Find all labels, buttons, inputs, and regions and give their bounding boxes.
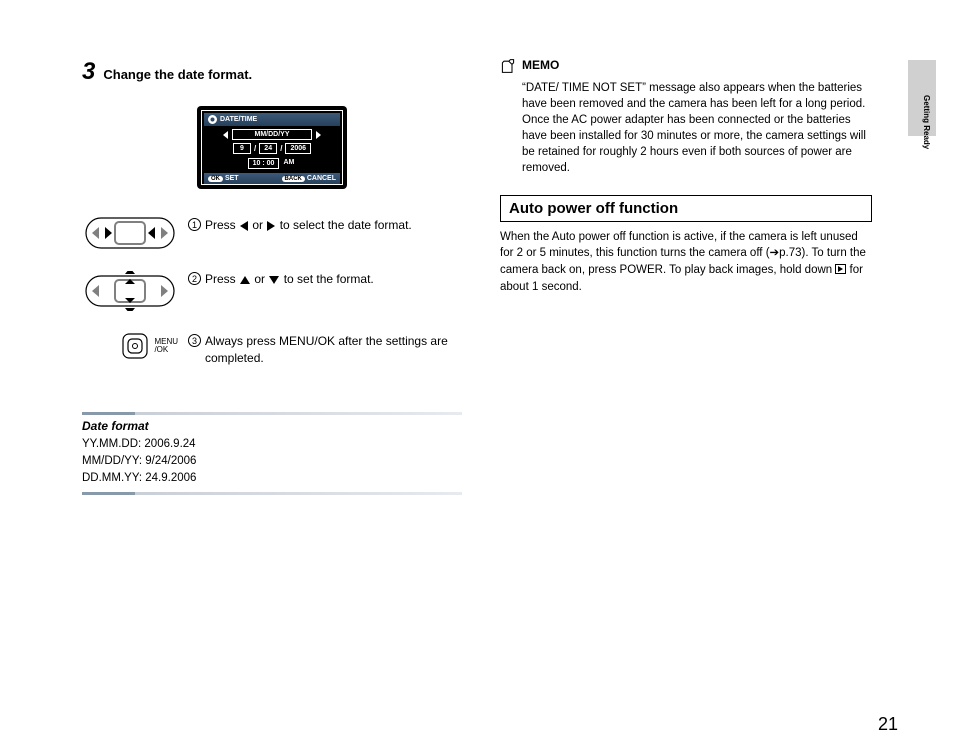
instruction-row-3: MENU /OK 3 Always press MENU/OK after th… — [82, 333, 462, 368]
right-column: MEMO “DATE/ TIME NOT SET” message also a… — [500, 58, 872, 499]
section-heading: Auto power off function — [500, 195, 872, 222]
back-label: CANCEL — [307, 175, 336, 182]
date-format-box: Date format YY.MM.DD: 2006.9.24 MM/DD/YY… — [82, 412, 462, 495]
left-arrow-icon — [223, 131, 228, 139]
page-number: 21 — [878, 714, 898, 735]
ok-button-label: MENU /OK — [154, 338, 178, 354]
date-format-line: YY.MM.DD: 2006.9.24 — [82, 436, 462, 453]
lcd-format-box: MM/DD/YY — [232, 129, 312, 140]
right-triangle-icon — [267, 221, 275, 231]
step-marker-3: 3 — [188, 334, 201, 347]
lcd-title: DATE/TIME — [204, 113, 340, 126]
dpad-horizontal-icon — [82, 217, 178, 249]
ok-button-icon: MENU /OK — [82, 333, 178, 359]
lcd-ampm: AM — [281, 158, 296, 169]
play-icon — [835, 264, 846, 274]
date-format-line: DD.MM.YY: 24.9.2006 — [82, 470, 462, 487]
ok-label: SET — [225, 175, 239, 182]
instruction-row-2: 2 Press or to set the format. — [82, 271, 462, 311]
step-title: Change the date format. — [103, 67, 252, 82]
left-triangle-icon — [240, 221, 248, 231]
right-arrow-icon — [316, 131, 321, 139]
lcd-day: 24 — [259, 143, 277, 154]
step-marker-1: 1 — [188, 218, 201, 231]
lcd-year: 2006 — [285, 143, 311, 154]
dpad-vertical-icon — [82, 271, 178, 311]
lcd-screen: DATE/TIME MM/DD/YY 9 / 24 / 2006 10 — [197, 106, 347, 189]
memo-icon — [500, 58, 516, 74]
lcd-month: 9 — [233, 143, 251, 154]
instruction-row-1: 1 Press or to select the date format. — [82, 217, 462, 249]
step-heading: 3 Change the date format. — [82, 58, 462, 86]
section-body: When the Auto power off function is acti… — [500, 229, 872, 296]
memo-heading: MEMO — [500, 58, 872, 74]
lcd-time: 10 : 00 — [248, 158, 280, 169]
date-format-title: Date format — [82, 419, 462, 433]
back-pill: BACK — [282, 176, 305, 182]
up-triangle-icon — [240, 276, 250, 284]
date-format-line: MM/DD/YY: 9/24/2006 — [82, 453, 462, 470]
step-marker-2: 2 — [188, 272, 201, 285]
section-running-head: Getting Ready — [922, 95, 931, 149]
memo-body: “DATE/ TIME NOT SET” message also appear… — [522, 80, 872, 177]
left-column: 3 Change the date format. DATE/TIME MM/D… — [82, 58, 462, 499]
down-triangle-icon — [269, 276, 279, 284]
ok-pill: OK — [208, 176, 223, 182]
step-number: 3 — [82, 58, 95, 86]
